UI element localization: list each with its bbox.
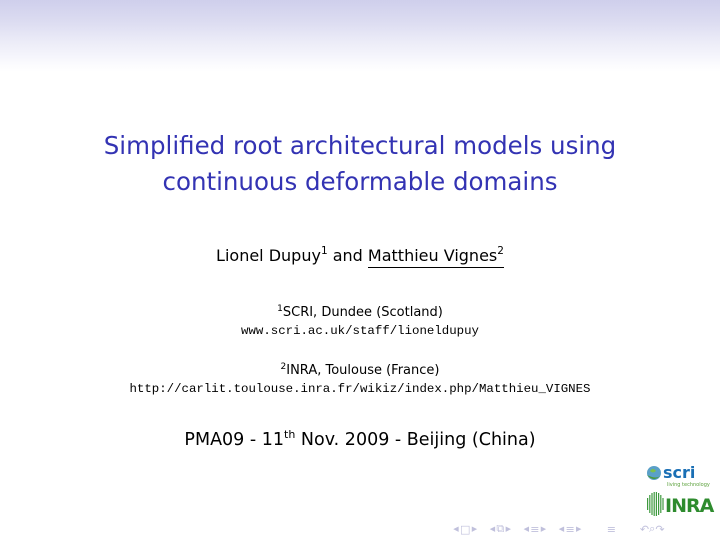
institution-name: SCRI, Dundee (Scotland) xyxy=(282,305,443,320)
authors-joiner: and xyxy=(332,246,363,265)
slide-title: Simplified root architectural models usi… xyxy=(0,128,720,200)
scri-logo-tagline: living technology xyxy=(667,482,710,488)
toc-icon[interactable]: ≡ xyxy=(607,523,616,536)
affiliation-1: 1SCRI, Dundee (Scotland) www.scri.ac.uk/… xyxy=(0,304,720,340)
event-prefix: PMA09 - 11 xyxy=(184,430,285,450)
author-name: Lionel Dupuy xyxy=(216,246,321,265)
section-forward-icon[interactable]: ▶ xyxy=(539,525,547,533)
subsection-forward-icon[interactable]: ▶ xyxy=(504,525,512,533)
subsection-icon[interactable]: ⧉ xyxy=(496,522,504,536)
presentation-back-icon[interactable]: ◀ xyxy=(557,525,565,533)
header-gradient-band xyxy=(0,0,720,72)
title-line-1: Simplified root architectural models usi… xyxy=(103,131,617,160)
event-suffix: Nov. 2009 - Beijing (China) xyxy=(295,430,536,450)
frame-forward-icon[interactable]: ▶ xyxy=(470,525,478,533)
presentation-forward-icon[interactable]: ▶ xyxy=(575,525,583,533)
affiliation-mark: 1 xyxy=(320,245,328,257)
author-name: Matthieu Vignes xyxy=(367,246,498,265)
affiliation-url[interactable]: http://carlit.toulouse.inra.fr/wikiz/ind… xyxy=(0,380,720,398)
event-ordinal: th xyxy=(284,428,296,441)
section-back-icon[interactable]: ◀ xyxy=(522,525,530,533)
subsection-back-icon[interactable]: ◀ xyxy=(488,525,496,533)
undo-icon[interactable]: ↶ xyxy=(640,523,649,536)
title-line-2: continuous deformable domains xyxy=(162,167,558,196)
institution-name: INRA, Toulouse (France) xyxy=(286,363,440,378)
beamer-navigation-bar: ◀ □ ▶ ◀ ⧉ ▶ ◀ ≡ ▶ ◀ ≡ ▶ ≡ ↶ ⌕ ↷ xyxy=(452,521,718,537)
section-icon[interactable]: ≡ xyxy=(530,523,539,536)
affiliation-url[interactable]: www.scri.ac.uk/staff/lioneldupuy xyxy=(0,322,720,340)
affiliation-mark: 2 xyxy=(497,245,504,257)
scri-logo: scri living technology xyxy=(647,463,710,488)
inra-logo: INRA xyxy=(647,492,716,517)
presenter-author: Matthieu Vignes2 xyxy=(367,245,504,268)
frame-icon[interactable]: □ xyxy=(460,523,470,536)
event-info: PMA09 - 11th Nov. 2009 - Beijing (China) xyxy=(0,427,720,453)
affiliation-2: 2INRA, Toulouse (France) http://carlit.t… xyxy=(0,362,720,398)
authors-line: Lionel Dupuy1 and Matthieu Vignes2 xyxy=(0,244,720,268)
redo-icon[interactable]: ↷ xyxy=(655,523,664,536)
inra-logo-text: INRA xyxy=(665,495,715,517)
presentation-icon[interactable]: ≡ xyxy=(565,523,574,536)
scri-logo-text: scri xyxy=(663,463,695,482)
frame-back-icon[interactable]: ◀ xyxy=(452,525,460,533)
inra-logo-globe xyxy=(647,492,664,516)
